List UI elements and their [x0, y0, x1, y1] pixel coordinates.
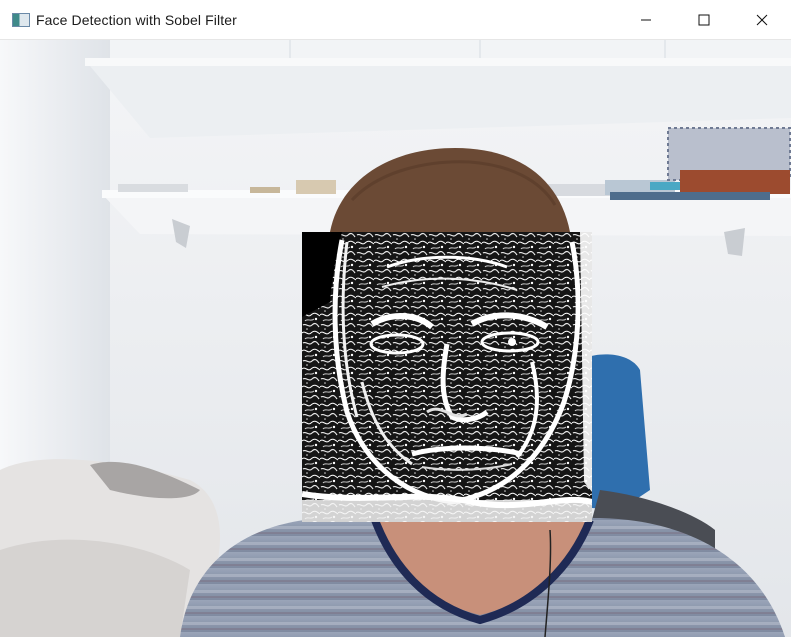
minimize-icon [641, 19, 651, 20]
minimize-button[interactable] [617, 0, 675, 40]
close-icon [756, 14, 768, 25]
sobel-face-overlay [302, 232, 592, 522]
window-controls [617, 0, 791, 40]
maximize-icon [698, 14, 710, 25]
chair [585, 354, 650, 510]
close-button[interactable] [733, 0, 791, 40]
title-bar[interactable]: Face Detection with Sobel Filter [0, 0, 791, 40]
maximize-button[interactable] [675, 0, 733, 40]
window-title: Face Detection with Sobel Filter [36, 11, 237, 28]
app-window: Face Detection with Sobel Filter [0, 0, 791, 637]
camera-feed [0, 40, 791, 637]
app-window-icon [12, 12, 30, 27]
